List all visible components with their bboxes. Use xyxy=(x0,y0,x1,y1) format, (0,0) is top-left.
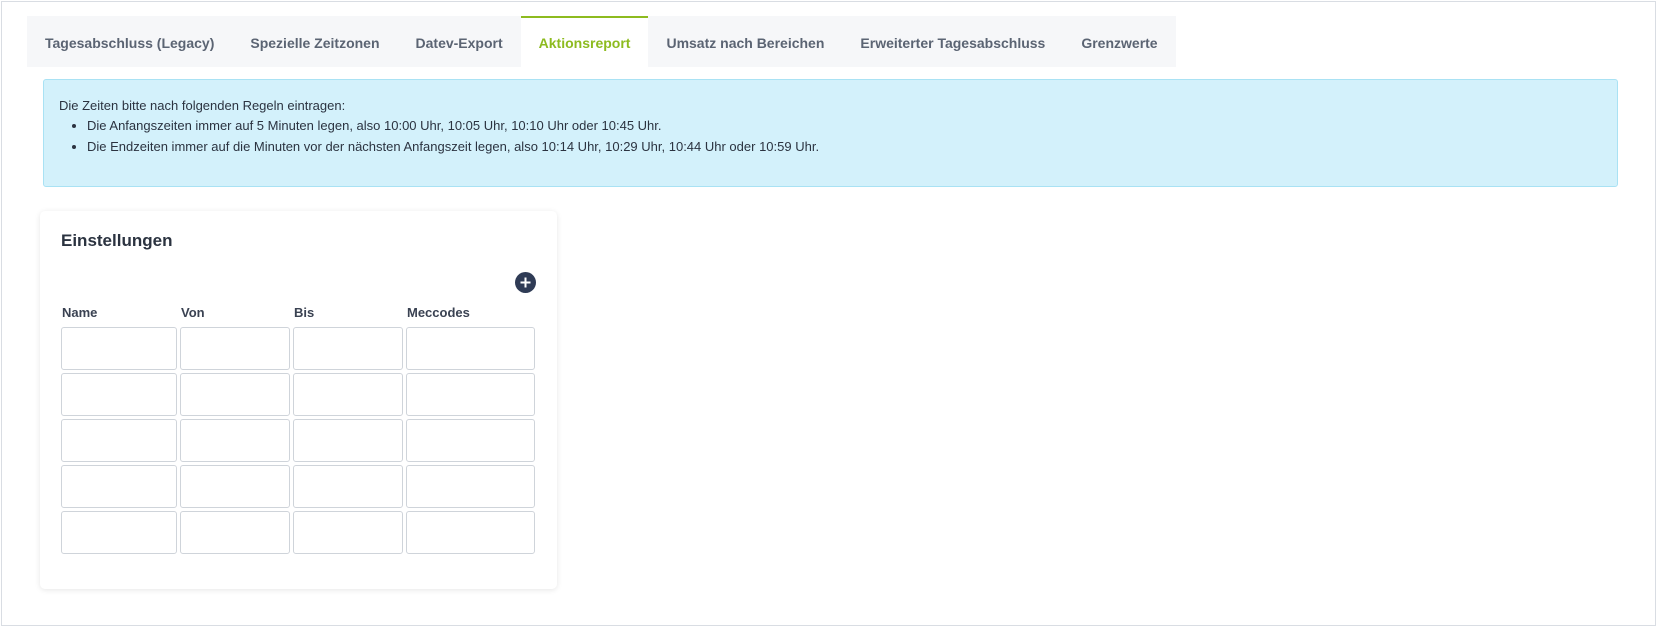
table-row xyxy=(61,373,535,416)
von-input[interactable] xyxy=(180,419,290,462)
meccodes-input[interactable] xyxy=(406,419,535,462)
grid-header: Name Von Bis Meccodes xyxy=(61,305,535,323)
tab-umsatz-nach-bereichen[interactable]: Umsatz nach Bereichen xyxy=(648,16,842,67)
settings-title: Einstellungen xyxy=(61,231,173,250)
tab-spezielle-zeitzonen[interactable]: Spezielle Zeitzonen xyxy=(232,16,397,67)
table-row xyxy=(61,511,535,554)
name-input[interactable] xyxy=(61,419,177,462)
add-row-button[interactable] xyxy=(515,272,536,293)
table-row xyxy=(61,327,535,370)
meccodes-input[interactable] xyxy=(406,327,535,370)
meccodes-input[interactable] xyxy=(406,465,535,508)
plus-icon xyxy=(520,277,531,288)
column-header-meccodes: Meccodes xyxy=(407,305,470,320)
von-input[interactable] xyxy=(180,511,290,554)
settings-grid: Name Von Bis Meccodes xyxy=(61,305,535,557)
bis-input[interactable] xyxy=(293,327,403,370)
meccodes-input[interactable] xyxy=(406,373,535,416)
tab-grenzwerte[interactable]: Grenzwerte xyxy=(1063,16,1175,67)
grid-rows xyxy=(61,327,535,554)
tab-erweiterter-tagesabschluss[interactable]: Erweiterter Tagesabschluss xyxy=(842,16,1063,67)
bis-input[interactable] xyxy=(293,419,403,462)
info-alert: Die Zeiten bitte nach folgenden Regeln e… xyxy=(43,79,1618,187)
name-input[interactable] xyxy=(61,327,177,370)
name-input[interactable] xyxy=(61,373,177,416)
info-rule: Die Anfangszeiten immer auf 5 Minuten le… xyxy=(87,117,1602,134)
table-row xyxy=(61,465,535,508)
von-input[interactable] xyxy=(180,465,290,508)
column-header-von: Von xyxy=(181,305,205,320)
bis-input[interactable] xyxy=(293,465,403,508)
bis-input[interactable] xyxy=(293,511,403,554)
tab-aktionsreport[interactable]: Aktionsreport xyxy=(520,16,649,67)
column-header-name: Name xyxy=(62,305,98,320)
page-frame: Tagesabschluss (Legacy) Spezielle Zeitzo… xyxy=(1,1,1656,626)
info-intro: Die Zeiten bitte nach folgenden Regeln e… xyxy=(59,98,346,113)
name-input[interactable] xyxy=(61,511,177,554)
column-header-bis: Bis xyxy=(294,305,315,320)
name-input[interactable] xyxy=(61,465,177,508)
info-rule: Die Endzeiten immer auf die Minuten vor … xyxy=(87,138,1602,155)
von-input[interactable] xyxy=(180,327,290,370)
tab-tagesabschluss-legacy[interactable]: Tagesabschluss (Legacy) xyxy=(27,16,232,67)
bis-input[interactable] xyxy=(293,373,403,416)
table-row xyxy=(61,419,535,462)
info-rules-list: Die Anfangszeiten immer auf 5 Minuten le… xyxy=(59,117,1602,155)
von-input[interactable] xyxy=(180,373,290,416)
tab-datev-export[interactable]: Datev-Export xyxy=(398,16,521,67)
meccodes-input[interactable] xyxy=(406,511,535,554)
tab-bar: Tagesabschluss (Legacy) Spezielle Zeitzo… xyxy=(27,16,1176,67)
settings-card: Einstellungen Name Von Bis Meccodes xyxy=(40,211,557,589)
